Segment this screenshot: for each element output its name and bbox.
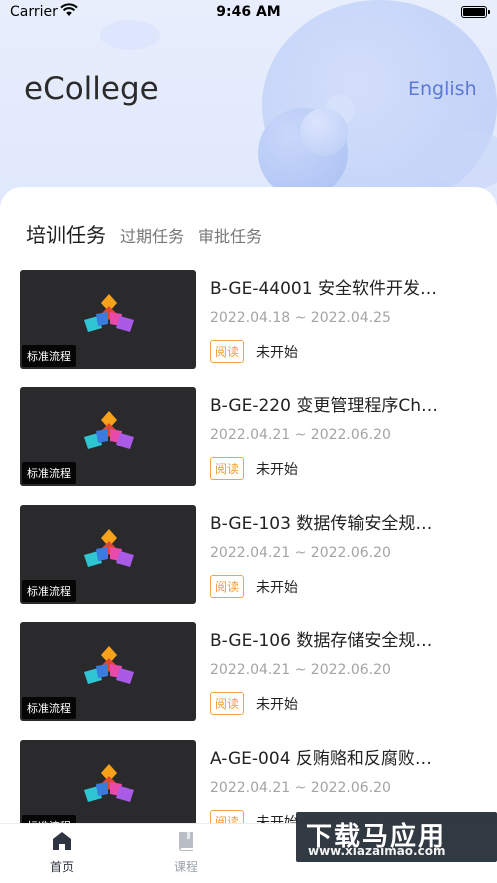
status-bar: Carrier 9:46 AM	[0, 0, 497, 26]
watermark: 下载马应用 www.xiazaimao.com	[296, 812, 497, 862]
course-thumbnail: 标准流程	[20, 740, 196, 827]
course-status: 未开始	[256, 345, 298, 361]
list-item[interactable]: 标准流程 B-GE-103 数据传输安全规… 2022.04.21 ~ 2022…	[0, 505, 497, 605]
clock: 9:46 AM	[216, 4, 281, 20]
language-switch[interactable]: English	[408, 78, 477, 100]
course-title: A-GE-004 反贿赂和反腐败…	[210, 749, 432, 769]
tab-expired-tasks[interactable]: 过期任务	[120, 223, 184, 247]
course-logo-icon	[84, 764, 134, 802]
watermark-url: www.xiazaimao.com	[308, 844, 446, 858]
course-dates: 2022.04.21 ~ 2022.06.20	[210, 662, 391, 678]
battery-icon	[461, 6, 490, 18]
course-logo-icon	[84, 646, 134, 684]
home-icon	[53, 832, 71, 850]
type-badge: 阅读	[210, 692, 245, 715]
list-item[interactable]: 标准流程 B-GE-220 变更管理程序Ch… 2022.04.21 ~ 202…	[0, 387, 497, 487]
type-badge: 阅读	[210, 340, 245, 363]
tab-home[interactable]: 首页	[32, 830, 92, 875]
course-thumbnail: 标准流程	[20, 387, 196, 486]
tab-training-tasks[interactable]: 培训任务	[26, 219, 106, 248]
course-dates: 2022.04.21 ~ 2022.06.20	[210, 545, 391, 561]
type-badge: 阅读	[210, 457, 245, 480]
tab-courses-label: 课程	[173, 860, 198, 874]
book-icon	[178, 832, 193, 851]
course-status: 未开始	[256, 697, 298, 713]
course-title: B-GE-103 数据传输安全规…	[210, 514, 433, 534]
course-logo-icon	[84, 529, 134, 567]
course-dates: 2022.04.18 ~ 2022.04.25	[210, 310, 391, 326]
course-tag: 标准流程	[22, 345, 76, 367]
list-item[interactable]: 标准流程 B-GE-106 数据存储安全规… 2022.04.21 ~ 2022…	[0, 622, 497, 722]
course-title: B-GE-106 数据存储安全规…	[210, 631, 433, 651]
app-title: eCollege	[24, 71, 159, 107]
course-thumbnail: 标准流程	[20, 270, 196, 369]
course-tag: 标准流程	[22, 697, 76, 719]
tab-courses[interactable]: 课程	[156, 830, 216, 875]
type-badge: 阅读	[210, 575, 245, 598]
course-dates: 2022.04.21 ~ 2022.06.20	[210, 427, 391, 443]
bubble-decoration	[300, 108, 348, 156]
list-item[interactable]: 标准流程 B-GE-44001 安全软件开发… 2022.04.18 ~ 202…	[0, 270, 497, 370]
tab-home-label: 首页	[49, 860, 74, 874]
course-logo-icon	[84, 294, 134, 332]
task-card: 培训任务 过期任务 审批任务 标准流程 B-GE-44001 安全软件开发… 2…	[0, 187, 497, 827]
course-dates: 2022.04.21 ~ 2022.06.20	[210, 780, 391, 796]
course-logo-icon	[84, 411, 134, 449]
course-thumbnail: 标准流程	[20, 622, 196, 721]
course-title: B-GE-44001 安全软件开发…	[210, 279, 437, 299]
course-thumbnail: 标准流程	[20, 505, 196, 604]
task-tabs: 培训任务 过期任务 审批任务	[26, 219, 276, 248]
course-tag: 标准流程	[22, 462, 76, 484]
course-status: 未开始	[256, 462, 298, 478]
header-background	[0, 0, 497, 215]
course-status: 未开始	[256, 580, 298, 596]
course-title: B-GE-220 变更管理程序Ch…	[210, 396, 438, 416]
tab-approval-tasks[interactable]: 审批任务	[198, 223, 262, 247]
course-tag: 标准流程	[22, 580, 76, 602]
